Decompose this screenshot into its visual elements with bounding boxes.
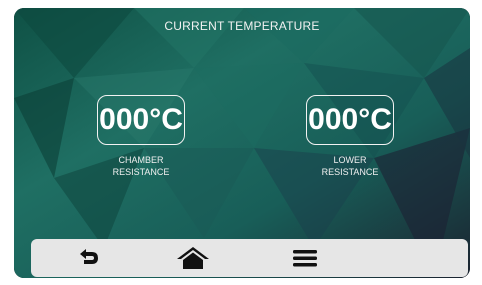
lower-label-line2: RESISTANCE — [321, 167, 379, 177]
menu-button[interactable] — [275, 239, 335, 277]
device-screen: CURRENT TEMPERATURE 000°C CHAMBER RESIST… — [14, 8, 470, 278]
background-pattern — [14, 8, 470, 278]
home-button[interactable] — [163, 239, 223, 277]
chamber-resistance-label: CHAMBER RESISTANCE — [86, 154, 196, 178]
back-button[interactable] — [59, 239, 119, 277]
chamber-label-line1: CHAMBER — [118, 155, 164, 165]
hamburger-menu-icon — [293, 250, 317, 267]
back-arrow-icon — [80, 249, 98, 264]
chamber-label-line2: RESISTANCE — [112, 167, 170, 177]
chamber-temperature-display: 000°C — [97, 95, 185, 145]
home-icon — [177, 247, 209, 269]
page-title: CURRENT TEMPERATURE — [164, 19, 320, 33]
lower-label-line1: LOWER — [333, 155, 367, 165]
lower-temperature-display: 000°C — [306, 95, 394, 145]
lower-resistance-label: LOWER RESISTANCE — [295, 154, 405, 178]
bottom-navbar — [31, 239, 468, 277]
